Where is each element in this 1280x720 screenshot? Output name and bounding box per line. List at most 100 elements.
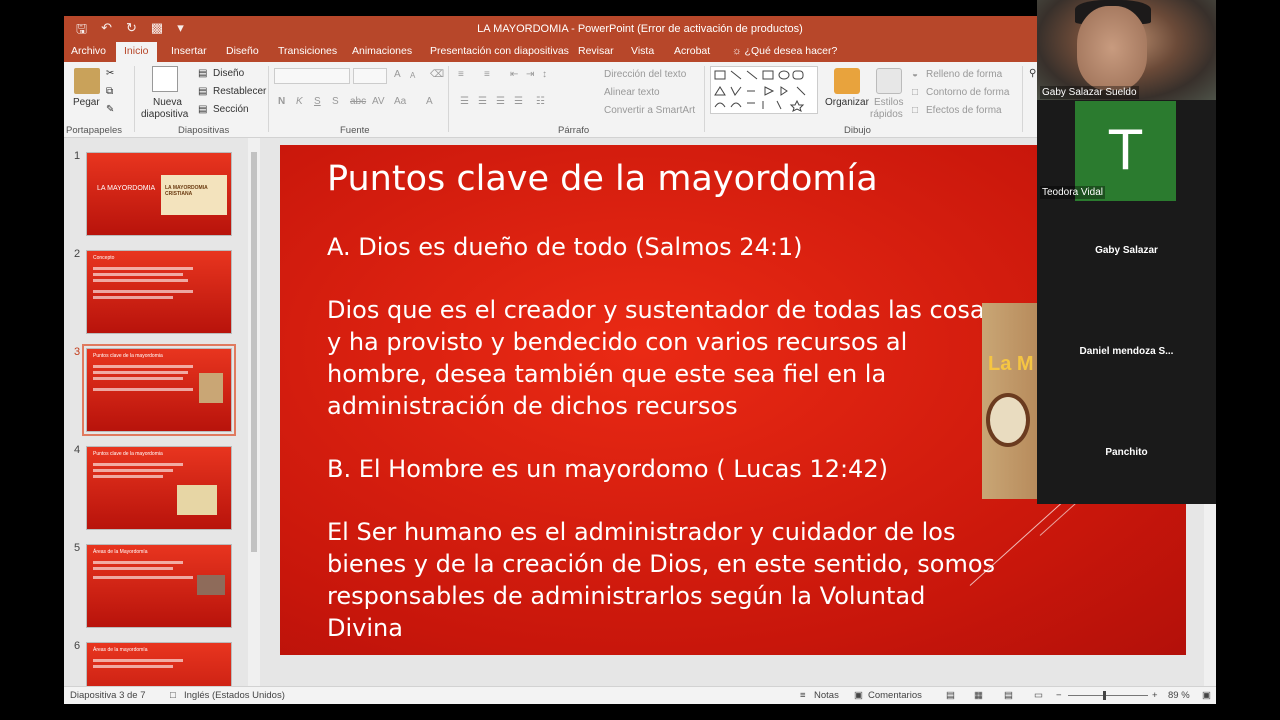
increase-indent-icon[interactable]: ⇥ (526, 69, 534, 80)
thumb-image (177, 485, 217, 515)
text-direction-button[interactable]: Dirección del texto (604, 69, 686, 80)
language[interactable]: Inglés (Estados Unidos) (184, 690, 285, 701)
layout-button[interactable]: Diseño (213, 68, 244, 79)
paste-icon[interactable] (74, 68, 100, 94)
grow-font-button[interactable]: A (394, 69, 401, 80)
tab-animaciones[interactable]: Animaciones (352, 45, 412, 57)
thumbnail-slide-6[interactable]: Áreas de la mayordomía (86, 642, 232, 686)
comments-button[interactable]: Comentarios (868, 690, 922, 701)
shapes-gallery[interactable] (710, 66, 818, 114)
quick-styles-icon[interactable] (876, 68, 902, 94)
zoom-out-icon[interactable]: − (1056, 690, 1062, 701)
thumbnail-slide-5[interactable]: Áreas de la Mayordomía (86, 544, 232, 628)
thumbnail-slide-1[interactable]: LA MAYORDOMIA LA MAYORDOMIA CRISTIANA (86, 152, 232, 236)
slide-title[interactable]: Puntos clave de la mayordomía (327, 159, 878, 199)
strikethrough-button[interactable]: abc (350, 96, 366, 107)
font-family-select[interactable] (274, 68, 350, 84)
slideshow-view-icon[interactable]: ▭ (1034, 690, 1043, 701)
slide-image[interactable]: La M (982, 303, 1042, 499)
format-painter-icon[interactable]: ✎ (106, 104, 114, 115)
slide-point-b[interactable]: B. El Hombre es un mayordomo ( Lucas 12:… (327, 453, 1007, 485)
new-slide-button-line2[interactable]: diapositiva (141, 109, 188, 120)
align-left-icon[interactable]: ☰ (460, 96, 469, 107)
reset-button[interactable]: Restablecer (213, 86, 266, 97)
copy-icon[interactable]: ⧉ (106, 86, 113, 97)
line-spacing-icon[interactable]: ↕ (542, 69, 547, 80)
numbering-icon[interactable]: ≡ (484, 69, 490, 80)
slide-paragraph-2[interactable]: El Ser humano es el administrador y cuid… (327, 516, 1007, 644)
clear-format-icon[interactable]: ⌫ (430, 69, 444, 80)
shape-outline-button[interactable]: Contorno de forma (926, 87, 1009, 98)
align-text-button[interactable]: Alinear texto (604, 87, 660, 98)
thumb-title: Áreas de la mayordomía (93, 647, 148, 653)
character-spacing-button[interactable]: AV (372, 96, 385, 107)
new-slide-button[interactable]: Nueva (153, 97, 182, 108)
section-icon: ▤ (198, 104, 208, 115)
change-case-button[interactable]: Aa (394, 96, 406, 107)
font-color-button[interactable]: A (426, 96, 433, 107)
tab-transiciones[interactable]: Transiciones (278, 45, 337, 57)
tab-insertar[interactable]: Insertar (171, 45, 207, 57)
thumb-text-line (93, 365, 193, 368)
thumbnail-slide-4[interactable]: Puntos clave de la mayordomia (86, 446, 232, 530)
italic-button[interactable]: K (296, 96, 303, 107)
tab-inicio[interactable]: Inicio (116, 42, 157, 62)
tell-me-search[interactable]: ☼ ¿Qué desea hacer? (732, 45, 837, 57)
tab-revisar[interactable]: Revisar (578, 45, 614, 57)
columns-icon[interactable]: ☷ (536, 96, 545, 107)
tab-acrobat[interactable]: Acrobat (674, 45, 710, 57)
sorter-view-icon[interactable]: ▦ (974, 690, 983, 701)
shape-effects-button[interactable]: Efectos de forma (926, 105, 1002, 116)
arrange-button[interactable]: Organizar (825, 97, 869, 108)
shape-fill-button[interactable]: Relleno de forma (926, 69, 1002, 80)
quick-styles-button[interactable]: Estilos (874, 97, 903, 108)
shrink-font-button[interactable]: A (410, 71, 415, 80)
justify-icon[interactable]: ☰ (514, 96, 523, 107)
scrollbar-thumb[interactable] (251, 152, 257, 552)
slide-thumbnails-pane[interactable]: 1 LA MAYORDOMIA LA MAYORDOMIA CRISTIANA … (64, 138, 260, 686)
find-icon[interactable]: ⚲ (1029, 68, 1036, 79)
new-slide-icon[interactable] (152, 66, 178, 92)
notes-button[interactable]: Notas (814, 690, 839, 701)
underline-button[interactable]: S (314, 96, 321, 107)
zoom-slider[interactable] (1068, 695, 1148, 696)
paste-button[interactable]: Pegar (73, 97, 100, 108)
participant-face (1077, 6, 1147, 90)
font-size-select[interactable] (353, 68, 387, 84)
tab-presentacion[interactable]: Presentación con diapositivas (430, 45, 569, 57)
thumb-image (199, 373, 223, 403)
participant-name: Daniel mendoza S... (1079, 346, 1174, 357)
group-diapositivas-label: Diapositivas (178, 125, 230, 136)
quick-styles-button-line2[interactable]: rápidos (870, 109, 903, 120)
tab-vista[interactable]: Vista (631, 45, 654, 57)
tab-diseno[interactable]: Diseño (226, 45, 259, 57)
zoom-slider-knob[interactable] (1103, 691, 1106, 700)
bold-button[interactable]: N (278, 96, 285, 107)
proofing-icon[interactable]: □ (170, 690, 176, 701)
align-right-icon[interactable]: ☰ (496, 96, 505, 107)
thumb-text-line (93, 296, 173, 299)
arrange-icon[interactable] (834, 68, 860, 94)
thumb-text-line (93, 388, 193, 391)
fit-slide-icon[interactable]: ▣ (1202, 690, 1211, 701)
slide-point-a[interactable]: A. Dios es dueño de todo (Salmos 24:1) (327, 231, 1007, 263)
zoom-level[interactable]: 89 % (1168, 690, 1190, 701)
bullets-icon[interactable]: ≡ (458, 69, 464, 80)
align-center-icon[interactable]: ☰ (478, 96, 487, 107)
thumbnail-slide-2[interactable]: Concepto (86, 250, 232, 334)
shadow-button[interactable]: S (332, 96, 339, 107)
tab-archivo[interactable]: Archivo (71, 45, 106, 57)
normal-view-icon[interactable]: ▤ (946, 690, 955, 701)
decrease-indent-icon[interactable]: ⇤ (510, 69, 518, 80)
thumb-text-line (93, 267, 193, 270)
smartart-button[interactable]: Convertir a SmartArt (604, 105, 695, 116)
thumbnail-slide-3[interactable]: Puntos clave de la mayordomia (82, 344, 236, 436)
zoom-in-icon[interactable]: + (1152, 690, 1158, 701)
slide-paragraph-1[interactable]: Dios que es el creador y sustentador de … (327, 294, 1007, 422)
thumbnails-scrollbar[interactable] (248, 138, 260, 686)
outline-icon: □ (912, 87, 919, 98)
section-button[interactable]: Sección (213, 104, 249, 115)
reading-view-icon[interactable]: ▤ (1004, 690, 1013, 701)
shapes-icons (714, 70, 806, 112)
cut-icon[interactable]: ✂ (106, 68, 114, 79)
